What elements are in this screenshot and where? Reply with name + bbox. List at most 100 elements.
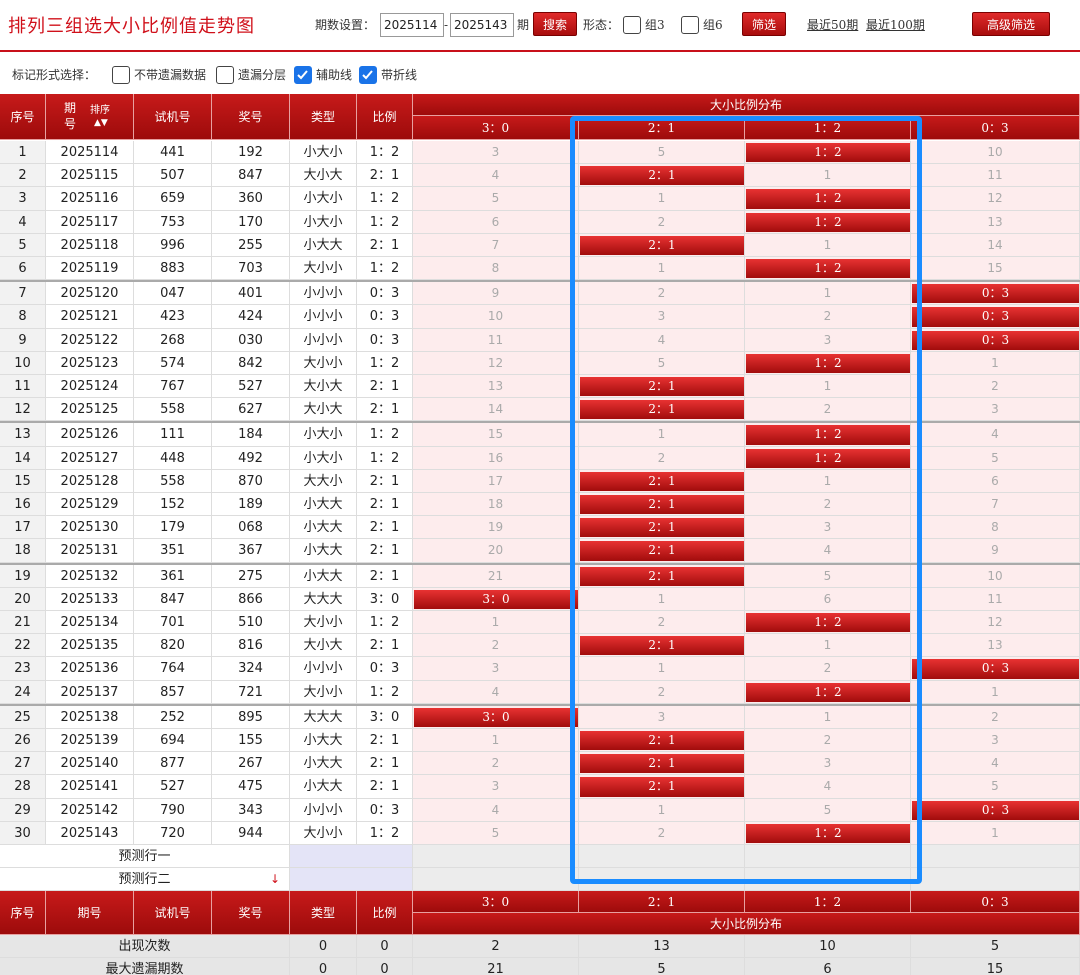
miss-count: 3 (413, 775, 579, 799)
row-ratio: 2：1 (357, 493, 413, 517)
row-period: 2025121 (46, 305, 134, 329)
row-seq: 21 (0, 611, 46, 635)
row-type: 小大大 (290, 564, 357, 588)
miss-count: 3 (745, 516, 911, 540)
miss-count: 1 (745, 164, 911, 188)
group3-checkbox[interactable] (623, 16, 641, 34)
footer-dist: 大小比例分布 (413, 913, 1080, 935)
aux-line-checkbox[interactable] (294, 66, 312, 84)
row-ratio: 2：1 (357, 775, 413, 799)
footer-prize: 奖号 (212, 891, 290, 935)
filter-button[interactable]: 筛选 (742, 12, 786, 36)
row-ratio: 0：3 (357, 657, 413, 681)
row-ratio: 2：1 (357, 634, 413, 658)
row-type: 小大小 (290, 187, 357, 211)
row-ratio: 2：1 (357, 516, 413, 540)
predict-row-1-input[interactable] (290, 845, 413, 868)
predict-row-1-cell[interactable] (911, 845, 1080, 868)
miss-count: 1 (911, 821, 1080, 845)
miss-count: 4 (745, 539, 911, 563)
hit-bar: 2：1 (580, 541, 744, 561)
row-prize: 030 (212, 328, 290, 352)
hit-bar: 1：2 (746, 448, 910, 468)
stat-value: 2 (413, 935, 579, 958)
recent-100-link[interactable]: 最近100期 (866, 13, 925, 37)
hit-bar: 2：1 (580, 636, 744, 656)
row-ratio: 1：2 (357, 187, 413, 211)
row-ratio: 2：1 (357, 398, 413, 422)
row-type: 大小小 (290, 351, 357, 375)
group6-checkbox[interactable] (681, 16, 699, 34)
search-button[interactable]: 搜索 (533, 12, 577, 36)
hit-bar: 1：2 (746, 143, 910, 163)
polyline-checkbox[interactable] (359, 66, 377, 84)
predict-row-1-cell[interactable] (579, 845, 745, 868)
miss-count: 15 (911, 257, 1080, 281)
predict-row-2-cell[interactable] (413, 868, 579, 891)
row-period: 2025128 (46, 469, 134, 493)
miss-count: 4 (911, 423, 1080, 447)
predict-row-1-cell[interactable] (745, 845, 911, 868)
row-prize: 527 (212, 375, 290, 399)
miss-count: 13 (413, 375, 579, 399)
predict-row-2-input[interactable] (290, 868, 413, 891)
row-prize: 192 (212, 141, 290, 165)
sort-arrows-icon[interactable]: ▲▼ (94, 116, 108, 130)
miss-count: 1 (579, 798, 745, 822)
no-miss-checkbox[interactable] (112, 66, 130, 84)
header-type: 类型 (290, 94, 357, 140)
advanced-filter-button[interactable]: 高级筛选 (972, 12, 1050, 36)
row-seq: 16 (0, 493, 46, 517)
row-period: 2025117 (46, 210, 134, 234)
row-test: 558 (134, 469, 212, 493)
hit-bar: 2：1 (580, 754, 744, 774)
miss-count: 11 (911, 164, 1080, 188)
row-test: 764 (134, 657, 212, 681)
miss-count: 14 (911, 233, 1080, 257)
miss-count: 7 (911, 493, 1080, 517)
miss-count: 10 (911, 141, 1080, 165)
row-seq: 29 (0, 798, 46, 822)
row-type: 小小小 (290, 282, 357, 306)
miss-count: 8 (413, 257, 579, 281)
row-seq: 19 (0, 564, 46, 588)
recent-50-link[interactable]: 最近50期 (807, 13, 858, 37)
row-test: 361 (134, 564, 212, 588)
period-unit-label: 期 (517, 18, 530, 32)
miss-count: 4 (745, 775, 911, 799)
row-seq: 30 (0, 821, 46, 845)
hit-bar: 1：2 (746, 212, 910, 232)
row-test: 507 (134, 164, 212, 188)
row-period: 2025125 (46, 398, 134, 422)
header-ratio: 比例 (357, 94, 413, 140)
predict-row-1-cell[interactable] (413, 845, 579, 868)
row-ratio: 3：0 (357, 587, 413, 611)
predict-row-2-label[interactable]: 预测行二 (0, 868, 290, 891)
row-seq: 5 (0, 233, 46, 257)
end-period-input[interactable] (450, 13, 514, 37)
predict-row-2-cell[interactable] (579, 868, 745, 891)
row-period: 2025136 (46, 657, 134, 681)
predict-row-2-cell[interactable] (745, 868, 911, 891)
row-prize: 401 (212, 282, 290, 306)
row-prize: 184 (212, 423, 290, 447)
header-prize: 奖号 (212, 94, 290, 140)
row-type: 大小大 (290, 634, 357, 658)
stat-label: 出现次数 (0, 935, 290, 958)
row-type: 小大大 (290, 775, 357, 799)
miss-count: 3 (413, 657, 579, 681)
row-prize: 895 (212, 705, 290, 729)
arrow-down-icon[interactable]: ↓ (270, 872, 280, 886)
row-ratio: 3：0 (357, 705, 413, 729)
miss-count: 5 (911, 446, 1080, 470)
period-setting-label: 期数设置： (315, 18, 376, 32)
miss-count: 3 (911, 398, 1080, 422)
start-period-input[interactable] (380, 13, 444, 37)
predict-row-2-cell[interactable] (911, 868, 1080, 891)
predict-row-1-label[interactable]: 预测行一 (0, 845, 290, 868)
footer-dist-col: 0：3 (911, 891, 1080, 913)
miss-layer-checkbox[interactable] (216, 66, 234, 84)
miss-count: 3 (745, 328, 911, 352)
row-period: 2025118 (46, 233, 134, 257)
mark-style-row: 标记形式选择： 不带遗漏数据 遗漏分层 辅助线 带折线 (0, 60, 1080, 90)
